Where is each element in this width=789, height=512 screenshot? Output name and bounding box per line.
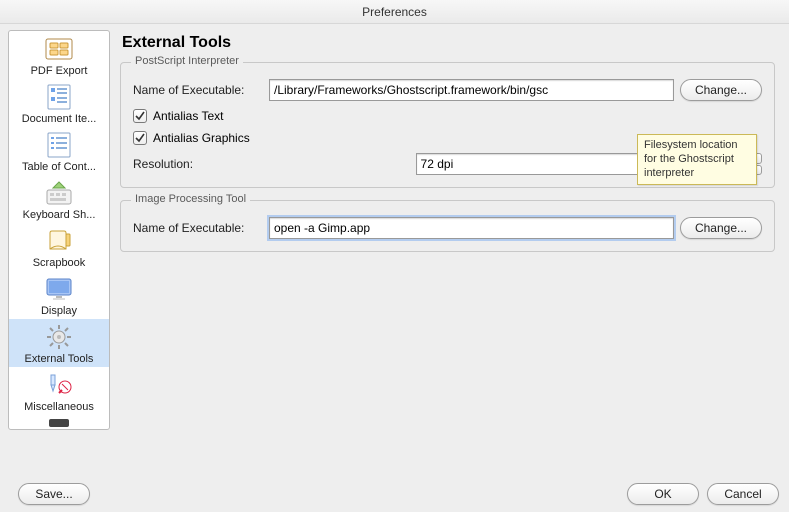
sidebar-item-table-of-contents[interactable]: Table of Cont... — [9, 127, 109, 175]
checkbox-checked-icon — [133, 109, 147, 123]
sidebar-item-label: Scrapbook — [11, 257, 107, 269]
ok-button[interactable]: OK — [627, 483, 699, 505]
document-items-icon — [11, 82, 107, 112]
sidebar-item-keyboard-shortcuts[interactable]: Keyboard Sh... — [9, 175, 109, 223]
image-tool-change-button[interactable]: Change... — [680, 217, 762, 239]
sidebar-item-label: PDF Export — [11, 65, 107, 77]
partial-icon — [11, 417, 107, 429]
checkbox-label: Antialias Text — [153, 109, 223, 123]
cancel-button[interactable]: Cancel — [707, 483, 779, 505]
group-legend: PostScript Interpreter — [131, 55, 243, 67]
image-tool-executable-label: Name of Executable: — [133, 221, 263, 235]
main-panel: External Tools PostScript Interpreter Na… — [110, 30, 781, 430]
antialias-text-checkbox[interactable]: Antialias Text — [133, 109, 223, 123]
checkbox-checked-icon — [133, 131, 147, 145]
sidebar-item-label: Display — [11, 305, 107, 317]
tooltip: Filesystem location for the Ghostscript … — [637, 134, 757, 185]
antialias-text-row: Antialias Text — [133, 109, 762, 123]
dialog-footer: Save... OK Cancel — [0, 476, 789, 512]
sidebar-item-scrapbook[interactable]: Scrapbook — [9, 223, 109, 271]
sidebar-item-external-tools[interactable]: External Tools — [9, 319, 109, 367]
sidebar-item-label: Miscellaneous — [11, 401, 107, 413]
keyboard-shortcuts-icon — [11, 178, 107, 208]
display-icon — [11, 274, 107, 304]
postscript-change-button[interactable]: Change... — [680, 79, 762, 101]
antialias-graphics-checkbox[interactable]: Antialias Graphics — [133, 131, 250, 145]
sidebar-item-miscellaneous[interactable]: Miscellaneous — [9, 367, 109, 415]
image-processing-tool-group: Image Processing Tool Name of Executable… — [120, 200, 775, 252]
postscript-executable-row: Name of Executable: Change... — [133, 79, 762, 101]
postscript-executable-input[interactable] — [269, 79, 674, 101]
image-tool-executable-input[interactable] — [269, 217, 674, 239]
resolution-label: Resolution: — [133, 157, 213, 171]
preferences-sidebar: PDF Export Document Ite... Table of Cont… — [8, 30, 110, 430]
image-tool-executable-row: Name of Executable: Change... — [133, 217, 762, 239]
scrapbook-icon — [11, 226, 107, 256]
miscellaneous-icon — [11, 370, 107, 400]
postscript-executable-label: Name of Executable: — [133, 83, 263, 97]
sidebar-item-label: Document Ite... — [11, 113, 107, 125]
preferences-sidebar-list[interactable]: PDF Export Document Ite... Table of Cont… — [9, 31, 109, 429]
sidebar-item-partial[interactable] — [9, 415, 109, 429]
table-of-contents-icon — [11, 130, 107, 160]
page-title: External Tools — [122, 34, 775, 52]
pdf-export-icon — [11, 34, 107, 64]
save-button[interactable]: Save... — [18, 483, 90, 505]
sidebar-item-pdf-export[interactable]: PDF Export — [9, 31, 109, 79]
window-title: Preferences — [0, 0, 789, 24]
body: PDF Export Document Ite... Table of Cont… — [0, 24, 789, 436]
group-legend: Image Processing Tool — [131, 193, 250, 205]
sidebar-item-label: Keyboard Sh... — [11, 209, 107, 221]
preferences-window: Preferences PDF Export Document Ite... — [0, 0, 789, 512]
sidebar-item-display[interactable]: Display — [9, 271, 109, 319]
sidebar-item-label: External Tools — [11, 353, 107, 365]
checkbox-label: Antialias Graphics — [153, 131, 250, 145]
external-tools-icon — [11, 322, 107, 352]
sidebar-item-label: Table of Cont... — [11, 161, 107, 173]
sidebar-item-document-items[interactable]: Document Ite... — [9, 79, 109, 127]
